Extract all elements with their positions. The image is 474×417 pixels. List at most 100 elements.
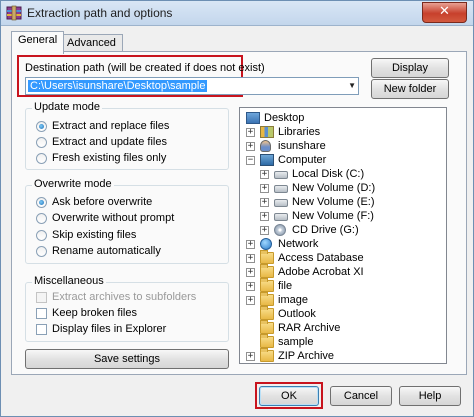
expand-icon[interactable]: + (260, 170, 269, 179)
expand-icon[interactable]: + (246, 128, 255, 137)
radio-label: Rename automatically (52, 245, 161, 257)
tree-node[interactable]: + file (240, 278, 446, 293)
checkbox-label: Display files in Explorer (52, 323, 167, 335)
computer-icon (260, 154, 274, 166)
tree-node-label: Libraries (278, 126, 321, 138)
expand-icon[interactable]: + (246, 254, 255, 263)
extraction-dialog: Extraction path and options ✕ General Ad… (0, 0, 474, 417)
folder-icon (260, 292, 274, 306)
tree-node-label: sample (278, 336, 314, 348)
tree-node-label: New Volume (F:) (292, 210, 374, 222)
expand-icon[interactable]: + (246, 282, 255, 291)
drive-icon (274, 171, 288, 179)
tree-node-label: Local Disk (C:) (292, 168, 365, 180)
tree-node-label: New Volume (D:) (292, 182, 376, 194)
tree-node[interactable]: + CD Drive (G:) (240, 223, 446, 237)
radio-label: Extract and replace files (52, 120, 170, 132)
folder-icon (260, 264, 274, 278)
tree-node[interactable]: + image (240, 292, 446, 307)
folder-icon (260, 250, 274, 264)
winrar-icon (6, 5, 22, 21)
folder-icon (260, 348, 274, 362)
radio-label: Overwrite without prompt (52, 212, 175, 224)
update-mode-title: Update mode (32, 101, 103, 113)
expand-icon[interactable]: + (260, 184, 269, 193)
expand-icon[interactable]: + (246, 352, 255, 361)
checkbox[interactable] (36, 324, 47, 335)
tree-node-label: file (278, 280, 293, 292)
tree-node-label: Network (278, 238, 319, 250)
tree-node[interactable]: + New Volume (E:) (240, 195, 446, 209)
radio-button[interactable] (36, 197, 47, 208)
display-button[interactable]: Display (371, 58, 449, 78)
tree-node-label: Outlook (278, 308, 316, 320)
miscellaneous-title: Miscellaneous (32, 275, 106, 287)
radio-label: Extract and update files (52, 136, 167, 148)
tree-node[interactable]: Outlook (240, 306, 446, 321)
expand-icon[interactable]: + (260, 212, 269, 221)
tree-node[interactable]: sample (240, 334, 446, 349)
tree-node-label: New Volume (E:) (292, 196, 375, 208)
radio-button[interactable] (36, 137, 47, 148)
libraries-icon (260, 126, 274, 138)
expand-icon[interactable]: + (260, 198, 269, 207)
radio-button[interactable] (36, 153, 47, 164)
expand-icon[interactable]: + (246, 268, 255, 277)
checkbox-label: Extract archives to subfolders (52, 291, 197, 303)
help-button[interactable]: Help (399, 386, 461, 406)
ok-button[interactable]: OK (259, 386, 319, 406)
update-mode-group: Update mode Extract and replace files Ex… (25, 101, 229, 170)
close-icon: ✕ (439, 4, 450, 19)
radio-button[interactable] (36, 121, 47, 132)
tree-node[interactable]: + New Volume (F:) (240, 209, 446, 223)
radio-button[interactable] (36, 213, 47, 224)
collapse-icon[interactable]: − (246, 156, 255, 165)
expand-icon[interactable]: + (246, 240, 255, 249)
desktop-icon (246, 112, 260, 124)
title-bar: Extraction path and options ✕ (1, 1, 473, 26)
expand-icon[interactable]: + (246, 296, 255, 305)
tree-node[interactable]: − Computer (240, 153, 446, 167)
radio-button[interactable] (36, 230, 47, 241)
expand-icon[interactable]: + (246, 142, 255, 151)
new-folder-button[interactable]: New folder (371, 79, 449, 99)
folder-tree[interactable]: Desktop + Libraries + isunshare − Computer + Loc… (239, 107, 447, 364)
tree-node-label: Desktop (264, 112, 305, 124)
cd-drive-icon (274, 224, 286, 236)
tree-node-label: RAR Archive (278, 322, 341, 334)
expand-icon[interactable]: + (260, 226, 269, 235)
tree-node[interactable]: + isunshare (240, 139, 446, 153)
folder-icon (260, 320, 274, 334)
destination-path-combo[interactable]: C:\Users\isunshare\Desktop\sample ▼ (25, 77, 359, 95)
destination-label: Destination path (will be created if doe… (25, 62, 265, 74)
folder-icon (260, 306, 274, 320)
overwrite-mode-title: Overwrite mode (32, 178, 114, 190)
tree-node[interactable]: + Libraries (240, 125, 446, 139)
window-title: Extraction path and options (27, 6, 173, 20)
folder-icon (260, 278, 274, 292)
cancel-button[interactable]: Cancel (330, 386, 392, 406)
tree-node[interactable]: + Access Database (240, 250, 446, 265)
tree-node[interactable]: + New Volume (D:) (240, 181, 446, 195)
miscellaneous-group: Miscellaneous Extract archives to subfol… (25, 275, 229, 342)
close-button[interactable]: ✕ (422, 2, 467, 23)
checkbox[interactable] (36, 292, 47, 303)
tree-node[interactable]: RAR Archive (240, 320, 446, 335)
checkbox-label: Keep broken files (52, 307, 137, 319)
tree-node[interactable]: + Network (240, 237, 446, 251)
save-settings-button[interactable]: Save settings (25, 349, 229, 369)
radio-label: Fresh existing files only (52, 152, 167, 164)
drive-icon (274, 185, 288, 193)
drive-icon (274, 199, 288, 207)
destination-path-value: C:\Users\isunshare\Desktop\sample (28, 80, 208, 92)
radio-button[interactable] (36, 246, 47, 257)
folder-icon (260, 334, 274, 348)
chevron-down-icon[interactable]: ▼ (348, 81, 356, 90)
tree-node-label: image (278, 294, 308, 306)
checkbox[interactable] (36, 308, 47, 319)
tree-node[interactable]: + Local Disk (C:) (240, 167, 446, 181)
tab-general[interactable]: General (11, 31, 65, 54)
tree-node[interactable]: Desktop (240, 111, 446, 125)
tree-node[interactable]: + Adobe Acrobat XI (240, 264, 446, 279)
tree-node[interactable]: + ZIP Archive (240, 348, 446, 363)
